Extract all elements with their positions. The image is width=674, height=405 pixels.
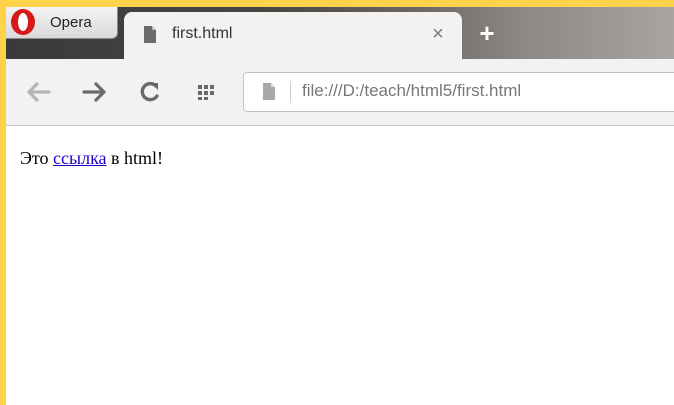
page-text: Это ссылка в html! [20,148,163,169]
speed-dial-icon[interactable] [193,79,221,105]
opera-menu-button[interactable]: Opera [6,7,118,39]
tab-close-icon[interactable]: × [427,23,449,45]
page-icon [144,26,156,43]
page-icon [263,83,275,100]
new-tab-icon[interactable]: + [475,20,499,46]
page-link[interactable]: ссылка [53,148,107,168]
tab-first-html[interactable]: first.html × [124,12,462,59]
address-bar[interactable]: file:///D:/teach/html5/first.html [243,72,674,112]
text-before-link: Это [20,148,54,168]
tab-strip: Opera first.html × + [6,7,674,59]
address-divider [290,81,291,103]
address-url[interactable]: file:///D:/teach/html5/first.html [302,81,521,101]
browser-window: Opera first.html × + file:///D:/teach/ht… [6,7,674,405]
tab-title: first.html [172,25,233,42]
toolbar: file:///D:/teach/html5/first.html [6,59,674,126]
page-content: Это ссылка в html! [6,126,674,405]
opera-logo-icon [11,9,35,35]
reload-icon[interactable] [136,79,164,105]
text-after-link: в html! [106,148,164,168]
forward-arrow-icon[interactable] [80,79,108,105]
back-arrow-icon[interactable] [25,79,53,105]
opera-menu-label: Opera [50,14,92,31]
